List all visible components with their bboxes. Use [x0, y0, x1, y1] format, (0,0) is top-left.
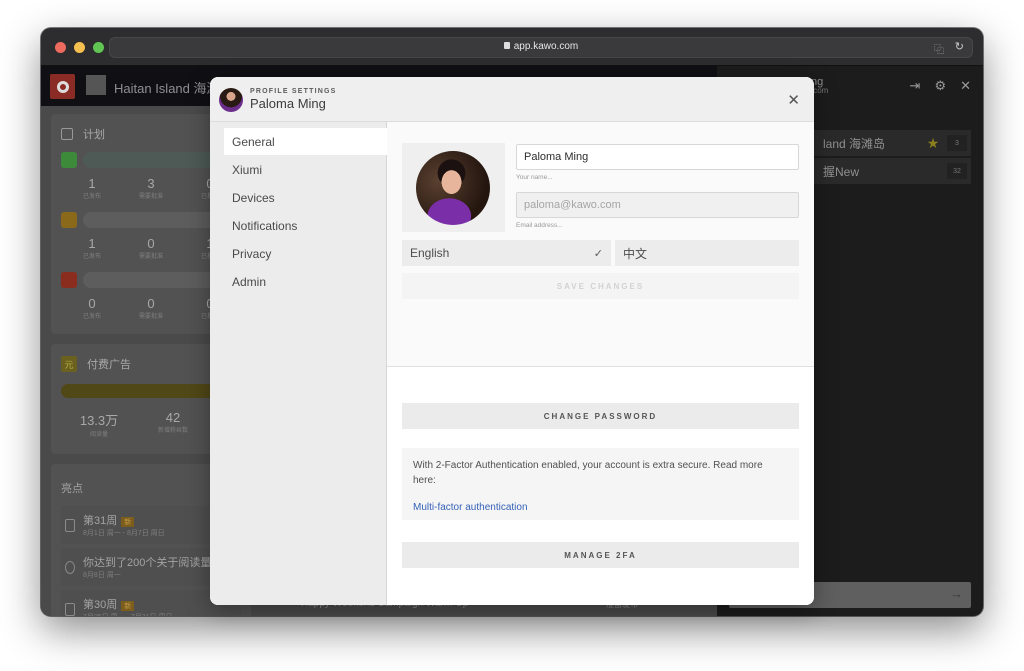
mfa-link[interactable]: Multi-factor authentication [413, 500, 788, 515]
star-icon[interactable]: ★ [919, 135, 947, 152]
window-controls [55, 42, 104, 53]
email-hint: Email address... [516, 222, 563, 229]
stat-value: 0 [147, 296, 155, 311]
maximize-window-button[interactable] [93, 42, 104, 53]
arrow-right-icon[interactable]: → [950, 586, 963, 601]
highlight-title: 第30周 [83, 599, 118, 611]
stat-value: 0 [147, 236, 155, 251]
highlight-subtitle: 7月25日 周一 - 7月31日 周日 [83, 612, 172, 616]
award-icon [65, 560, 75, 574]
logout-icon[interactable]: ⇥ [910, 78, 921, 94]
wechat-icon [61, 152, 77, 168]
stat-label: 新增粉丝数 [157, 428, 188, 434]
save-changes-button[interactable]: SAVE CHANGES [402, 273, 799, 299]
highlight-subtitle: 8月1日 周一 - 8月7日 周日 [83, 530, 165, 537]
stat-value: 13.3万 [79, 413, 119, 428]
avatar [219, 88, 243, 112]
team-row-name: land 海滩岛 [823, 136, 886, 151]
ads-card-title: 付费广告 [87, 359, 131, 371]
language-label: 中文 [623, 246, 648, 261]
browser-titlebar: app.kawo.com ⿻ ↻ [41, 28, 983, 66]
name-hint: Your name... [516, 174, 553, 181]
two-factor-text: With 2-Factor Authentication enabled, yo… [413, 460, 763, 486]
team-row-count: 3 [947, 135, 967, 151]
nav-item-xiumi[interactable]: Xiumi [224, 156, 387, 183]
address-bar[interactable]: app.kawo.com ⿻ ↻ [109, 37, 973, 58]
new-badge: 新 [121, 601, 135, 611]
new-badge: 新 [121, 517, 135, 527]
plan-card-title: 计划 [83, 129, 105, 141]
nav-item-general[interactable]: General [224, 128, 387, 155]
profile-photo [416, 151, 490, 225]
language-label: English [410, 246, 450, 260]
modal-title: Paloma Ming [250, 96, 326, 111]
language-option-english[interactable]: English ✓ [402, 240, 611, 266]
stat-label: 需要批准 [138, 194, 163, 200]
nav-item-devices[interactable]: Devices [224, 184, 387, 211]
close-window-button[interactable] [55, 42, 66, 53]
document-icon [65, 518, 75, 532]
stat-label: 已发布 [82, 254, 101, 260]
email-input-value: paloma@kawo.com [524, 199, 621, 211]
stat-value: 42 [165, 410, 181, 425]
calendar-icon [61, 128, 73, 140]
stat-value: 3 [147, 176, 155, 191]
weibo-icon [61, 212, 77, 228]
stat-value: 1 [88, 176, 96, 191]
douyin-icon [61, 272, 77, 288]
language-option-chinese[interactable]: 中文 [615, 240, 799, 266]
checkmark-icon: ✓ [593, 247, 603, 260]
email-input[interactable]: paloma@kawo.com [516, 192, 799, 218]
stat-label: 已发布 [82, 194, 101, 200]
team-thumbnail [86, 75, 106, 95]
general-settings-panel: Paloma Ming Your name... paloma@kawo.com… [387, 122, 814, 605]
modal-header: PROFILE SETTINGS Paloma Ming ✕ [210, 77, 814, 122]
settings-nav: General Xiumi Devices Notifications Priv… [210, 122, 387, 605]
highlight-title: 你达到了200个关于阅读量 [83, 557, 212, 569]
stat-label: 已发布 [82, 314, 101, 320]
translate-icon[interactable]: ⿻ [934, 41, 944, 56]
highlight-title: 第31周 [83, 515, 118, 527]
stat-value: 1 [88, 236, 96, 251]
team-row-count: 32 [947, 163, 967, 179]
close-icon[interactable]: ✕ [787, 91, 800, 109]
close-icon[interactable]: ✕ [960, 78, 971, 94]
name-input-value: Paloma Ming [524, 151, 589, 163]
stat-label: 需要批准 [138, 254, 163, 260]
stat-value: 0 [88, 296, 96, 311]
nav-item-notifications[interactable]: Notifications [224, 212, 387, 239]
kawo-logo [50, 74, 75, 99]
profile-settings-modal: PROFILE SETTINGS Paloma Ming ✕ General X… [210, 77, 814, 605]
stat-label: 阅读量 [89, 432, 108, 438]
nav-item-privacy[interactable]: Privacy [224, 240, 387, 267]
reload-icon[interactable]: ↻ [955, 40, 964, 53]
stat-label: 需要批准 [138, 314, 163, 320]
minimize-window-button[interactable] [74, 42, 85, 53]
lock-icon [503, 42, 510, 49]
document-icon [65, 602, 75, 616]
nav-item-admin[interactable]: Admin [224, 268, 387, 295]
change-password-button[interactable]: CHANGE PASSWORD [402, 403, 799, 429]
two-factor-info: With 2-Factor Authentication enabled, yo… [402, 448, 799, 520]
url-display: app.kawo.com [110, 41, 972, 52]
highlight-subtitle: 8月8日 周一 [83, 572, 121, 579]
yuan-icon: 元 [61, 356, 77, 372]
modal-kicker: PROFILE SETTINGS [250, 88, 337, 95]
team-row-name: 握New [823, 164, 860, 179]
manage-2fa-button[interactable]: MANAGE 2FA [402, 542, 799, 568]
gear-icon[interactable]: ⚙ [934, 78, 946, 94]
name-input[interactable]: Paloma Ming [516, 144, 799, 170]
url-text: app.kawo.com [513, 41, 579, 52]
profile-photo-uploader[interactable] [402, 143, 505, 232]
